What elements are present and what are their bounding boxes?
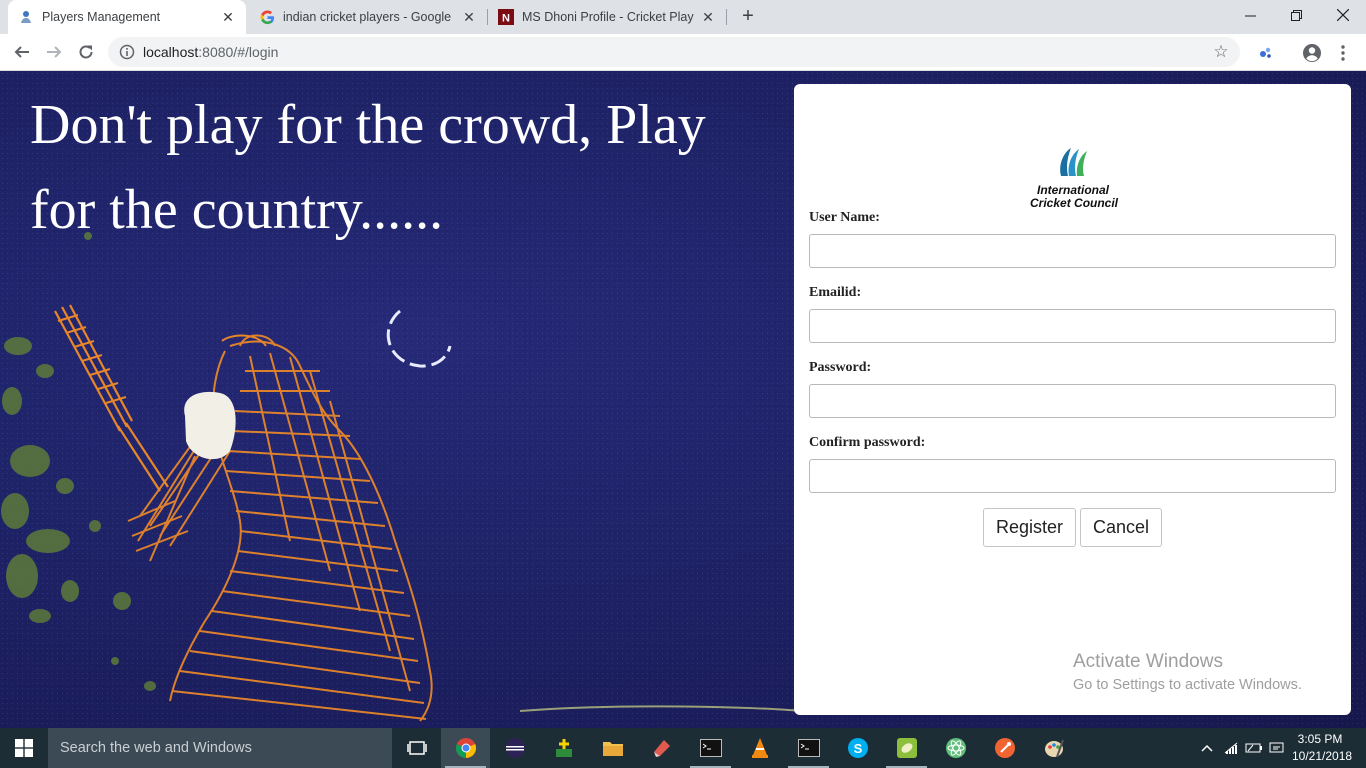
info-icon[interactable] <box>119 44 135 60</box>
players-favicon-icon <box>18 9 34 25</box>
tab-close-icon[interactable]: ✕ <box>220 9 236 25</box>
registration-card: International Cricket Council User Name:… <box>794 84 1351 715</box>
svg-text:N: N <box>502 13 510 25</box>
confirm-password-label: Confirm password: <box>809 435 926 450</box>
search-placeholder: Search the web and Windows <box>60 740 252 756</box>
username-input[interactable] <box>809 234 1336 268</box>
cmd-taskbar-icon[interactable] <box>686 728 735 768</box>
tab-strip: Players Management ✕ indian cricket play… <box>0 0 1366 34</box>
clock-time: 3:05 PM <box>1297 732 1343 746</box>
watermark-title: Activate Windows <box>1073 651 1223 672</box>
google-favicon-icon <box>259 9 275 25</box>
quote-line-1: Don't play for the crowd, Play <box>30 94 706 156</box>
tab-players-management[interactable]: Players Management ✕ <box>8 0 246 34</box>
bookmark-star-icon[interactable]: ☆ <box>1212 43 1230 61</box>
register-button[interactable]: Register <box>983 508 1076 547</box>
game-taskbar-icon[interactable] <box>539 728 588 768</box>
chrome-taskbar-icon[interactable] <box>441 728 490 768</box>
windows-start-icon[interactable] <box>0 728 48 768</box>
taskbar-search-box[interactable]: Search the web and Windows <box>48 728 392 768</box>
back-icon[interactable] <box>10 40 34 64</box>
tray-chevron-icon[interactable] <box>1198 739 1216 757</box>
reload-icon[interactable] <box>74 40 98 64</box>
eclipse-taskbar-icon[interactable] <box>490 728 539 768</box>
paint-taskbar-icon[interactable] <box>1029 728 1078 768</box>
url-host: localhost <box>143 44 199 60</box>
tab-close-icon[interactable]: ✕ <box>700 9 716 25</box>
clock-date: 10/21/2018 <box>1292 749 1353 763</box>
extension-icon[interactable] <box>1255 42 1277 64</box>
system-clock[interactable]: 3:05 PM 10/21/2018 <box>1292 731 1353 765</box>
postman-taskbar-icon[interactable] <box>980 728 1029 768</box>
cmd2-taskbar-icon[interactable] <box>784 728 833 768</box>
restore-icon[interactable] <box>1273 0 1319 30</box>
atom-taskbar-icon[interactable] <box>931 728 980 768</box>
sticky-app-icon[interactable] <box>637 728 686 768</box>
tab-separator <box>726 9 727 25</box>
confirm-password-input[interactable] <box>809 459 1336 493</box>
file-explorer-icon[interactable] <box>588 728 637 768</box>
watermark-subtitle: Go to Settings to activate Windows. <box>1073 677 1302 693</box>
login-page: Don't play for the crowd, Play for the c… <box>0 71 1366 728</box>
tab-dhoni-profile[interactable]: N MS Dhoni Profile - Cricket Player ✕ <box>488 0 726 34</box>
new-tab-icon[interactable]: + <box>737 5 759 27</box>
hero-quote: Don't play for the crowd, Play for the c… <box>30 83 790 253</box>
password-input[interactable] <box>809 384 1336 418</box>
menu-icon[interactable] <box>1332 42 1354 64</box>
quote-line-2: for the country...... <box>30 179 444 241</box>
username-label: User Name: <box>809 210 880 225</box>
svg-text:S: S <box>853 741 862 756</box>
tab-close-icon[interactable]: ✕ <box>461 9 477 25</box>
logo-line-2: Cricket Council <box>1030 196 1119 210</box>
password-label: Password: <box>809 360 872 375</box>
activate-windows-watermark: Activate Windows Go to Settings to activ… <box>1073 651 1302 693</box>
task-view-icon[interactable] <box>392 728 441 768</box>
icc-logo: International Cricket Council <box>1030 146 1119 212</box>
ndtv-favicon-icon: N <box>498 9 514 25</box>
windows-taskbar: Search the web and Windows S 3:05 PM 10/… <box>0 728 1366 768</box>
vlc-taskbar-icon[interactable] <box>735 728 784 768</box>
account-icon[interactable] <box>1301 42 1323 64</box>
tab-title: indian cricket players - Google Se <box>283 10 455 24</box>
address-bar[interactable]: localhost:8080/#/login ☆ <box>108 37 1240 67</box>
forward-icon[interactable] <box>42 40 66 64</box>
email-label: Emailid: <box>809 285 862 300</box>
tab-title: Players Management <box>42 10 161 24</box>
icc-logo-mark-icon <box>1030 146 1116 184</box>
volume-icon[interactable] <box>1269 739 1287 757</box>
cricket-app-icon[interactable] <box>882 728 931 768</box>
tab-title: MS Dhoni Profile - Cricket Player <box>522 10 694 24</box>
browser-toolbar: localhost:8080/#/login ☆ <box>0 34 1366 71</box>
close-window-icon[interactable] <box>1320 0 1366 30</box>
minimize-icon[interactable] <box>1227 0 1273 30</box>
skype-taskbar-icon[interactable]: S <box>833 728 882 768</box>
url-rest: :8080/#/login <box>198 44 279 60</box>
logo-line-1: International <box>1036 183 1109 197</box>
email-input[interactable] <box>809 309 1336 343</box>
wifi-icon[interactable] <box>1222 739 1240 757</box>
tab-google-search[interactable]: indian cricket players - Google Se ✕ <box>249 0 487 34</box>
cancel-button[interactable]: Cancel <box>1080 508 1162 547</box>
url-text: localhost:8080/#/login <box>143 44 278 60</box>
battery-icon[interactable] <box>1245 739 1263 757</box>
